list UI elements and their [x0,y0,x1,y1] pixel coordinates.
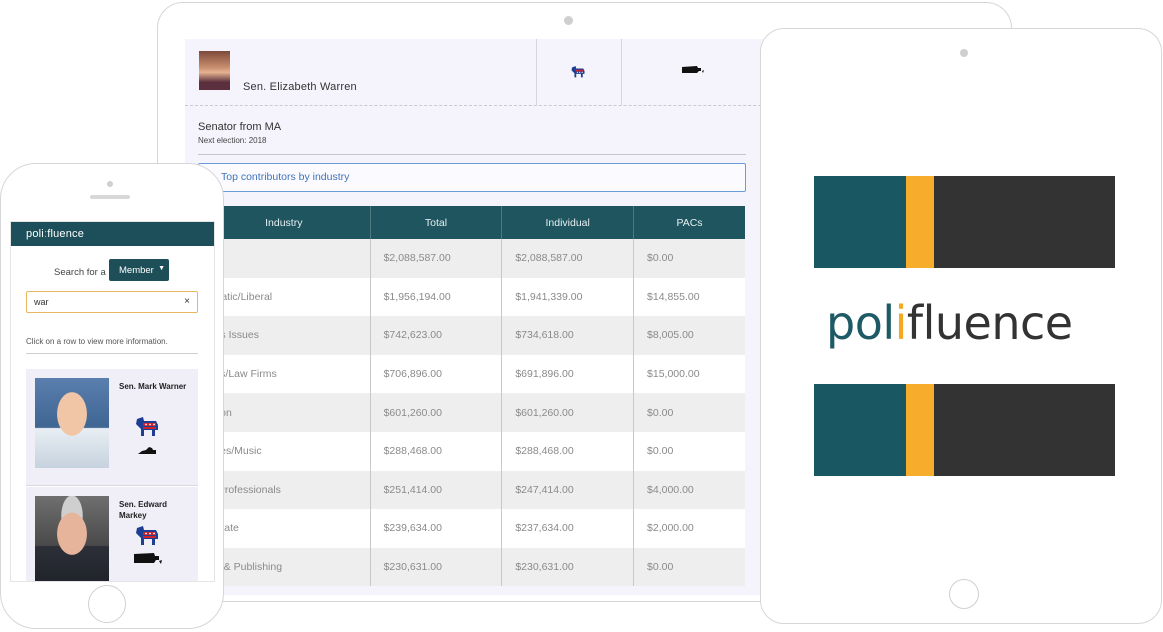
total-cell: $1,956,194.00 [369,277,502,317]
search-input[interactable] [34,297,164,307]
total-cell: $288,468.00 [369,431,502,471]
individual-cell: $691,896.00 [501,354,634,394]
logo-poli: pol [826,296,895,350]
total-cell: $230,631.00 [369,547,502,587]
navbar: poli:fluence [11,222,214,246]
search-label: Search for a [54,267,106,278]
next-election: Next election: 2018 [198,136,267,145]
clear-icon[interactable]: × [184,296,190,307]
individual-cell: $288,468.00 [501,431,634,471]
pacs-cell: $14,855.00 [633,277,745,317]
brand-suffix: fluence [47,228,85,240]
gold-block [906,176,934,268]
pacs-cell: $0.00 [633,547,745,587]
home-button[interactable] [949,579,979,609]
member-name: Sen. Edward Markey [119,500,168,520]
camera-dot [564,16,573,25]
individual-cell: $237,634.00 [501,509,634,548]
total-cell: $742,623.00 [369,316,502,355]
democrat-donkey-icon [571,66,585,78]
table-row[interactable]: alth Professionals $251,414.00 $247,414.… [198,470,745,510]
table-row[interactable]: mocratic/Liberal $1,956,194.00 $1,941,33… [198,277,745,317]
table-header-row: Industry Total Individual PACs [198,206,745,239]
massachusetts-map-icon [134,553,162,564]
column-header-individual[interactable]: Individual [501,206,634,239]
column-divider [621,39,622,105]
pacs-cell: $0.00 [633,393,745,432]
top-contributors-label: Top contributors by industry [221,171,350,183]
table-row[interactable]: wyers/Law Firms $706,896.00 $691,896.00 … [198,354,745,394]
column-divider [536,39,537,105]
hint-text: Click on a row to view more information. [26,337,168,346]
individual-cell: $2,088,587.00 [501,239,634,278]
logo-i: i [894,296,908,350]
logo-color-bar-top [814,176,1115,268]
senator-header-row[interactable]: Sen. Elizabeth Warren [185,39,781,106]
divider [26,353,198,354]
member-name: Sen. Mark Warner [119,382,187,391]
top-contributors-toggle[interactable]: ⌄ Top contributors by industry [195,163,746,192]
teal-block [814,384,906,476]
member-result-card[interactable]: Sen. Edward Markey [26,487,198,581]
table-row[interactable]: men's Issues $742,623.00 $734,618.00 $8,… [198,316,745,355]
individual-cell: $247,414.00 [501,470,634,510]
individual-cell: $1,941,339.00 [501,277,634,317]
table-row[interactable]: nting & Publishing $230,631.00 $230,631.… [198,547,745,587]
table-row[interactable]: ucation $601,260.00 $601,260.00 $0.00 [198,393,745,432]
virginia-map-icon [138,447,156,454]
search-type-value: Member [119,265,154,276]
individual-cell: $734,618.00 [501,316,634,355]
camera-dot [107,181,113,187]
dark-block [934,384,1115,476]
democrat-donkey-icon [136,526,158,545]
total-cell: $239,634.00 [369,509,502,548]
logo-fluence: fluence [906,296,1073,350]
massachusetts-map-icon [682,66,704,73]
polifluence-logo: polifluence [826,298,1073,348]
speaker-grille [90,195,130,199]
brand-logo[interactable]: poli:fluence [26,228,84,240]
search-input-wrapper: × [26,291,198,313]
member-photo [35,496,109,581]
individual-cell: $230,631.00 [501,547,634,587]
column-header-total[interactable]: Total [369,206,502,239]
member-search-screen: poli:fluence Search for a Member ▼ × Cli… [10,221,215,582]
member-photo [35,378,109,468]
total-cell: $706,896.00 [369,354,502,394]
individual-cell: $601,260.00 [501,393,634,432]
caret-down-icon: ▼ [158,265,165,272]
phone-device: poli:fluence Search for a Member ▼ × Cli… [0,163,224,629]
senator-name: Sen. Elizabeth Warren [243,81,357,93]
senator-detail-screen: Sen. Elizabeth Warren Senator from MA Ne… [185,39,781,595]
industry-contributions-table: Industry Total Individual PACs ired $2,0… [198,206,745,587]
logo-color-bar-bottom [814,384,1115,476]
column-header-pacs[interactable]: PACs [633,206,745,239]
pacs-cell: $8,005.00 [633,316,745,355]
total-cell: $251,414.00 [369,470,502,510]
total-cell: $601,260.00 [369,393,502,432]
dark-block [934,176,1115,268]
divider [198,154,746,155]
pacs-cell: $0.00 [633,239,745,278]
member-result-card[interactable]: Sen. Mark Warner [26,369,198,486]
table-row[interactable]: Movies/Music $288,468.00 $288,468.00 $0.… [198,431,745,471]
pacs-cell: $0.00 [633,431,745,471]
senator-photo [199,51,230,90]
gold-block [906,384,934,476]
pacs-cell: $2,000.00 [633,509,745,548]
camera-dot [960,49,968,57]
total-cell: $2,088,587.00 [369,239,502,278]
teal-block [814,176,906,268]
senator-title: Senator from MA [198,121,282,133]
table-row[interactable]: ired $2,088,587.00 $2,088,587.00 $0.00 [198,239,745,278]
democrat-donkey-icon [136,417,158,436]
pacs-cell: $15,000.00 [633,354,745,394]
pacs-cell: $4,000.00 [633,470,745,510]
table-row[interactable]: al Estate $239,634.00 $237,634.00 $2,000… [198,509,745,548]
home-button[interactable] [88,585,126,623]
tablet-front-device: polifluence [760,28,1162,624]
brand-prefix: poli [26,228,44,240]
search-type-select[interactable]: Member ▼ [109,259,169,281]
